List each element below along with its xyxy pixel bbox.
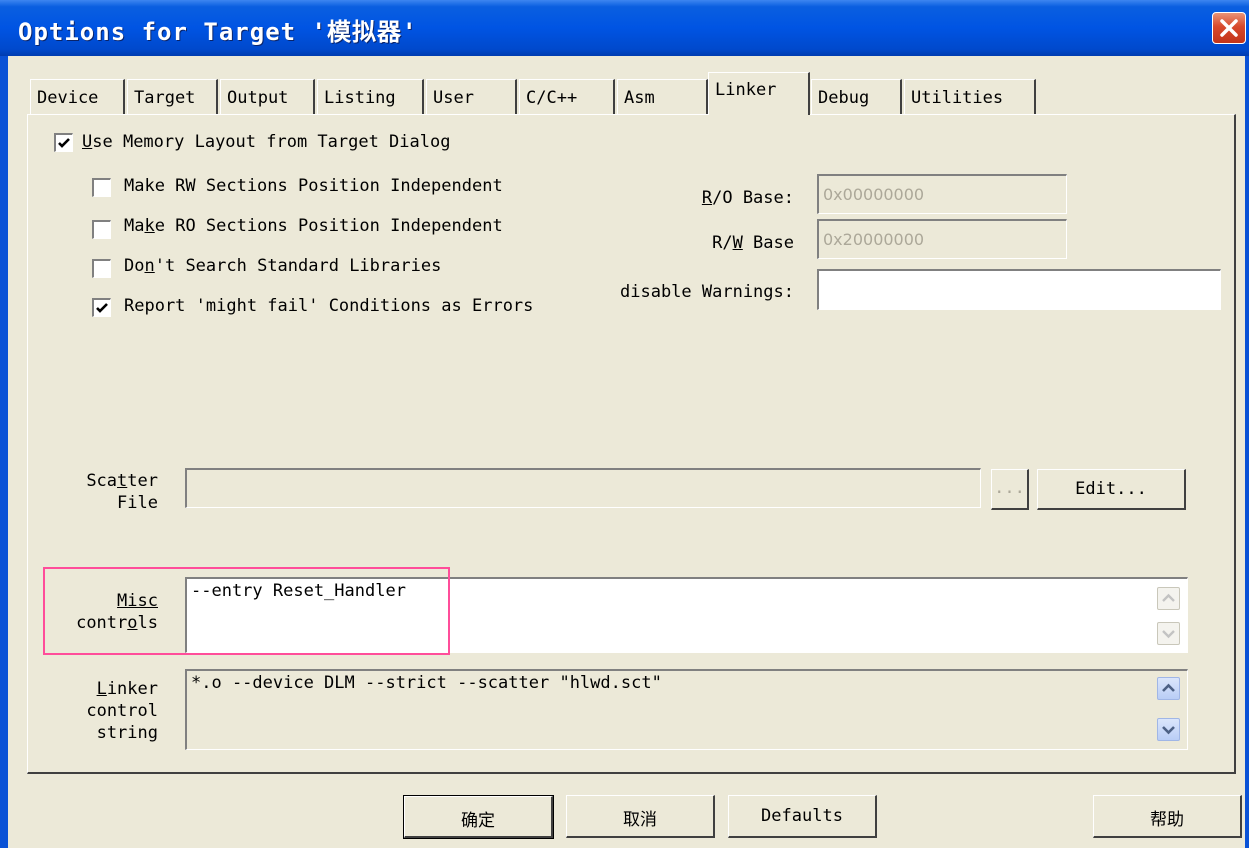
tab-label: Device <box>37 88 99 108</box>
misc-scroll-up-button[interactable] <box>1157 587 1180 610</box>
linker-scroll-down-button[interactable] <box>1157 718 1180 741</box>
tab-asm[interactable]: Asm <box>617 79 708 114</box>
tab-label: Output <box>227 88 289 108</box>
close-button[interactable] <box>1212 12 1246 44</box>
tab-output[interactable]: Output <box>220 79 315 114</box>
ro-independent-label: Make RO Sections Position Independent <box>124 216 503 236</box>
tab-debug[interactable]: Debug <box>811 79 902 114</box>
arrow-down-icon <box>1162 726 1175 735</box>
window-frame-right <box>1245 56 1249 848</box>
scatter-file-field[interactable] <box>185 468 981 508</box>
ro-base-label: R/O Base: <box>701 188 794 208</box>
linker-scroll-up-button[interactable] <box>1157 677 1180 700</box>
tab-utilities[interactable]: Utilities <box>904 79 1036 114</box>
tab-listing[interactable]: Listing <box>317 79 424 114</box>
edit-scatter-button[interactable]: Edit... <box>1037 469 1186 510</box>
tab-target[interactable]: Target <box>127 79 218 114</box>
use-memory-layout-label: Use Memory Layout from Target Dialog <box>82 132 451 152</box>
rw-base-field[interactable]: 0x20000000 <box>817 219 1067 259</box>
tab-label: Asm <box>624 88 655 108</box>
tab-label: Debug <box>818 88 870 108</box>
ro-base-field[interactable]: 0x00000000 <box>817 174 1067 214</box>
defaults-button[interactable]: Defaults <box>728 795 877 838</box>
dont-search-libraries-checkbox[interactable] <box>92 259 111 278</box>
tab-label: Target <box>134 88 196 108</box>
rw-independent-checkbox[interactable] <box>92 178 111 197</box>
misc-controls-highlight-box <box>43 567 450 655</box>
tab-label: Listing <box>324 88 396 108</box>
tab-user[interactable]: User <box>426 79 517 114</box>
checkmark-icon <box>96 303 108 313</box>
window-frame-left <box>0 56 8 848</box>
tab-c-cpp[interactable]: C/C++ <box>519 79 615 114</box>
tab-linker[interactable]: Linker <box>708 72 810 115</box>
misc-scroll-down-button[interactable] <box>1157 622 1180 645</box>
tab-label: C/C++ <box>526 88 578 108</box>
tab-label: Utilities <box>911 88 1004 108</box>
window-title: Options for Target '模拟器' <box>18 18 418 46</box>
arrow-down-icon <box>1162 630 1175 639</box>
arrow-up-icon <box>1162 593 1175 602</box>
disable-warnings-field[interactable] <box>817 269 1221 310</box>
disable-warnings-label: disable Warnings: <box>620 282 794 302</box>
help-button[interactable]: 帮助 <box>1093 795 1242 838</box>
linker-control-string-label: Linker control string <box>86 679 158 743</box>
title-bar: Options for Target '模拟器' <box>0 0 1249 56</box>
browse-scatter-button[interactable]: ... <box>991 469 1029 510</box>
tab-label: Linker <box>715 80 777 100</box>
dont-search-libraries-label: Don't Search Standard Libraries <box>124 256 442 276</box>
close-icon <box>1220 19 1238 37</box>
rw-base-label: R/W Base <box>712 233 794 253</box>
cancel-button[interactable]: 取消 <box>566 795 715 838</box>
rw-independent-label: Make RW Sections Position Independent <box>124 176 503 196</box>
checkmark-icon <box>58 138 70 148</box>
report-errors-checkbox[interactable] <box>92 298 111 317</box>
report-errors-label: Report 'might fail' Conditions as Errors <box>124 296 534 316</box>
ok-button[interactable]: 确定 <box>403 795 554 839</box>
scatter-file-label: Scatter File <box>86 471 158 513</box>
ro-independent-checkbox[interactable] <box>92 220 111 239</box>
tab-label: User <box>433 88 474 108</box>
use-memory-layout-checkbox[interactable] <box>54 133 73 152</box>
linker-control-string-textarea: *.o --device DLM --strict --scatter "hlw… <box>185 669 1188 750</box>
tab-device[interactable]: Device <box>30 79 125 114</box>
arrow-up-icon <box>1162 683 1175 692</box>
